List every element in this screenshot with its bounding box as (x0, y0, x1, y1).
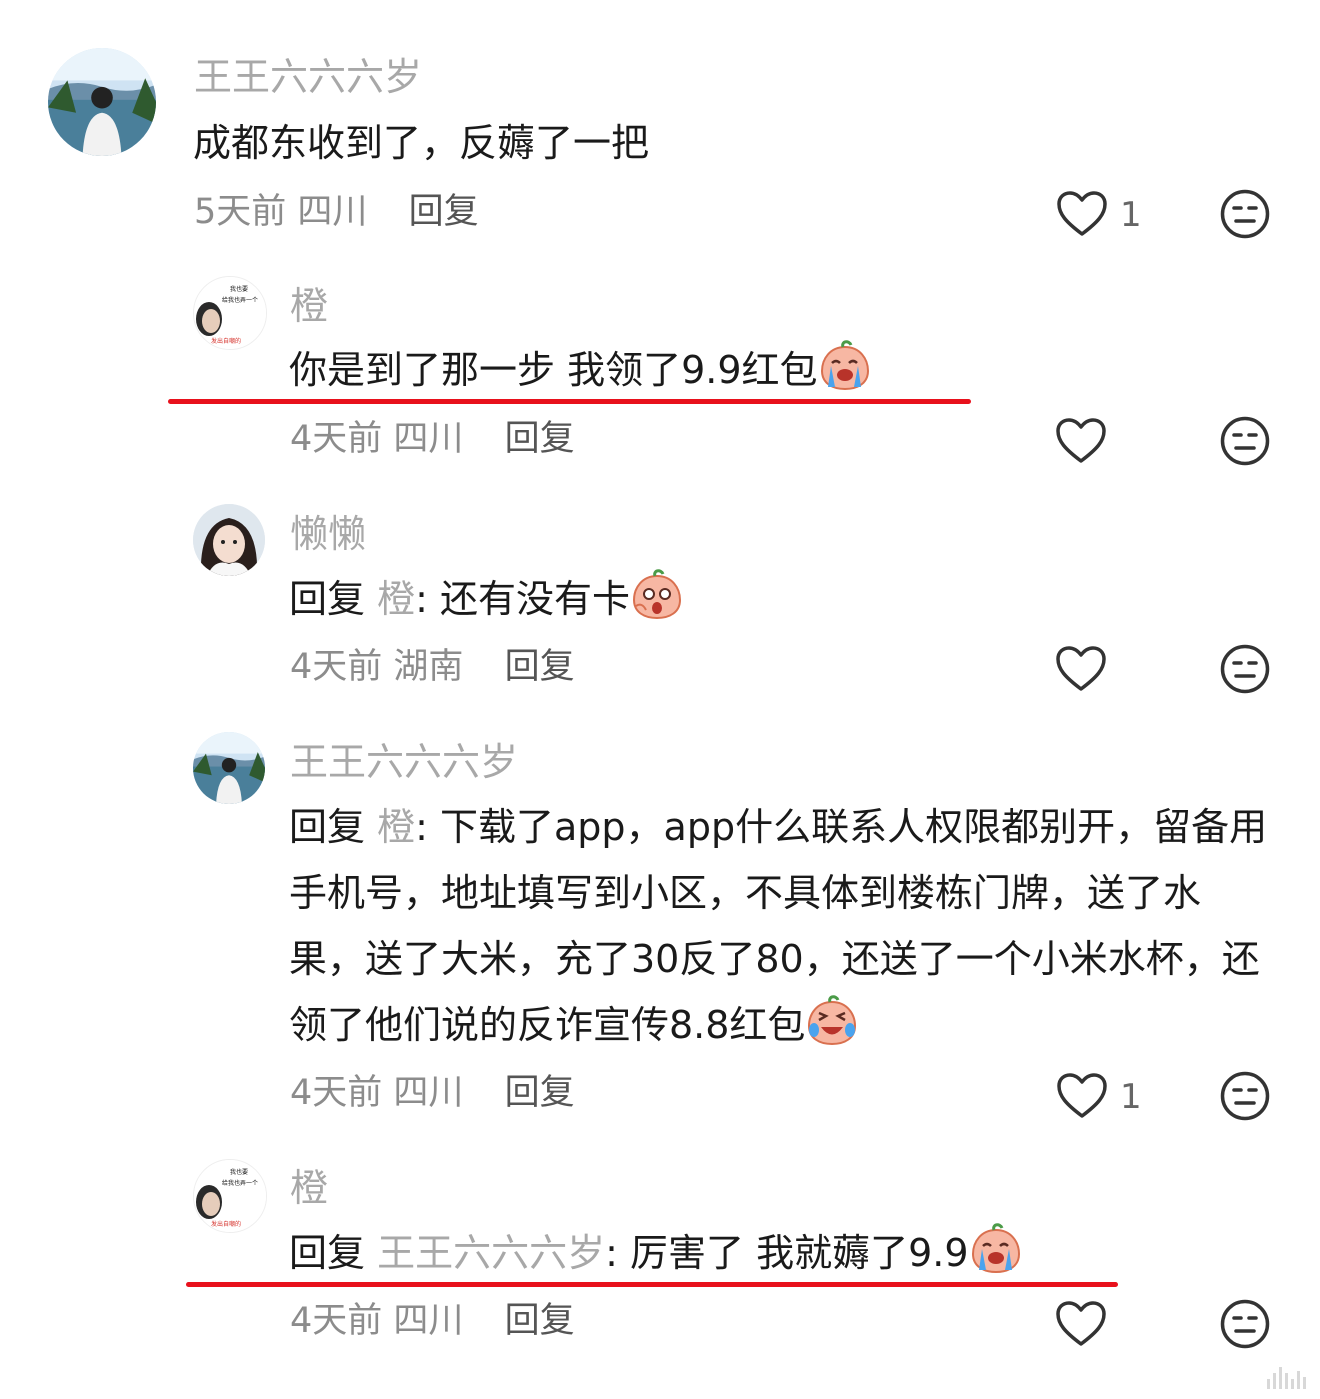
peach-crying-emoji (820, 340, 869, 391)
like-icon[interactable] (1055, 417, 1107, 465)
reply-target-username[interactable]: 橙 (377, 805, 415, 849)
comment-meta: 4天前 四川 回复 (290, 419, 575, 459)
meme-avatar-icon: 我也要 给我也弄一个 发出自嘲的 (194, 1160, 266, 1232)
red-underline (186, 1282, 1118, 1287)
timestamp: 4天前 (290, 1301, 383, 1341)
peach-crying-emoji (971, 1223, 1020, 1274)
comment-meta: 4天前 湖南 回复 (290, 647, 575, 687)
username[interactable]: 橙 (290, 1166, 328, 1210)
avatar-text-2: 给我也弄一个 (222, 1179, 258, 1187)
timestamp: 4天前 (290, 1073, 383, 1113)
reply-button[interactable]: 回复 (505, 1301, 575, 1341)
avatar-photo-icon (193, 504, 265, 576)
neutral-face-icon[interactable] (1219, 643, 1271, 695)
like-icon[interactable] (1055, 645, 1107, 693)
location: 四川 (393, 1073, 464, 1113)
watermark-bars (1267, 1367, 1306, 1389)
avatar[interactable] (193, 504, 265, 576)
avatar-photo-icon (48, 48, 156, 156)
avatar-text-3: 发出自嘲的 (211, 1220, 241, 1228)
neutral-face-icon[interactable] (1219, 1070, 1271, 1122)
location: 四川 (393, 419, 464, 459)
avatar-text-1: 我也要 (230, 1168, 248, 1176)
timestamp: 5天前 (194, 192, 287, 232)
reply-target-username[interactable]: 王王六六六岁 (377, 1231, 605, 1275)
reply-prefix: 回复 (289, 1231, 366, 1275)
like-icon[interactable] (1056, 1072, 1108, 1120)
timestamp: 4天前 (290, 419, 383, 459)
username[interactable]: 橙 (290, 284, 328, 328)
like-icon[interactable] (1056, 190, 1108, 238)
comment-text: 回复 橙: 下载了app，app什么联系人权限都别开，留备用手机号，地址填写到小… (289, 794, 1269, 1058)
username[interactable]: 王王六六六岁 (290, 740, 518, 784)
reply-button[interactable]: 回复 (505, 1073, 575, 1113)
comment-meta: 5天前 四川 回复 (194, 192, 479, 232)
avatar[interactable] (48, 48, 156, 156)
neutral-face-icon[interactable] (1219, 188, 1271, 240)
avatar-photo-icon (193, 732, 265, 804)
neutral-face-icon[interactable] (1219, 1298, 1271, 1350)
comment-body: 你是到了那一步 我领了9.9红包 (289, 348, 818, 392)
reply-target-username[interactable]: 橙 (377, 577, 415, 621)
comment-body: 成都东收到了，反薅了一把 (193, 121, 650, 165)
comment-text: 回复 王王六六六岁: 厉害了 我就薅了9.9 (289, 1220, 1189, 1286)
like-count: 1 (1120, 1077, 1142, 1117)
location: 四川 (297, 192, 368, 232)
like-icon[interactable] (1055, 1300, 1107, 1348)
comment-text: 成都东收到了，反薅了一把 (193, 110, 1193, 176)
like-count: 1 (1120, 195, 1142, 235)
reply-button[interactable]: 回复 (409, 192, 479, 232)
avatar-text-2: 给我也弄一个 (222, 296, 258, 304)
meme-avatar-icon: 我也要 给我也弄一个 发出自嘲的 (194, 277, 266, 349)
reply-prefix: 回复 (289, 805, 366, 849)
avatar[interactable]: 我也要 给我也弄一个 发出自嘲的 (193, 276, 267, 350)
avatar-text-3: 发出自嘲的 (211, 337, 241, 345)
timestamp: 4天前 (290, 647, 383, 687)
reply-prefix: 回复 (289, 577, 366, 621)
avatar[interactable]: 我也要 给我也弄一个 发出自嘲的 (193, 1159, 267, 1233)
comment-meta: 4天前 四川 回复 (290, 1073, 575, 1113)
avatar-text-1: 我也要 (230, 285, 248, 293)
reply-button[interactable]: 回复 (505, 647, 575, 687)
location: 四川 (393, 1301, 464, 1341)
comment-body: : 还有没有卡 (415, 577, 631, 621)
red-underline (168, 399, 971, 404)
reply-button[interactable]: 回复 (505, 419, 575, 459)
peach-laughing-crying-emoji (808, 995, 857, 1046)
comment-text: 你是到了那一步 我领了9.9红包 (289, 337, 1189, 403)
peach-shocked-emoji (633, 569, 682, 620)
username[interactable]: 王王六六六岁 (194, 55, 422, 99)
comment-body: : 厉害了 我就薅了9.9 (605, 1231, 969, 1275)
comment-body: : 下载了app，app什么联系人权限都别开，留备用手机号，地址填写到小区，不具… (289, 805, 1268, 1047)
comment-meta: 4天前 四川 回复 (290, 1301, 575, 1341)
neutral-face-icon[interactable] (1219, 415, 1271, 467)
avatar[interactable] (193, 732, 265, 804)
comment-text: 回复 橙: 还有没有卡 (289, 566, 1239, 632)
location: 湖南 (393, 647, 464, 687)
username[interactable]: 懒懒 (290, 512, 366, 556)
